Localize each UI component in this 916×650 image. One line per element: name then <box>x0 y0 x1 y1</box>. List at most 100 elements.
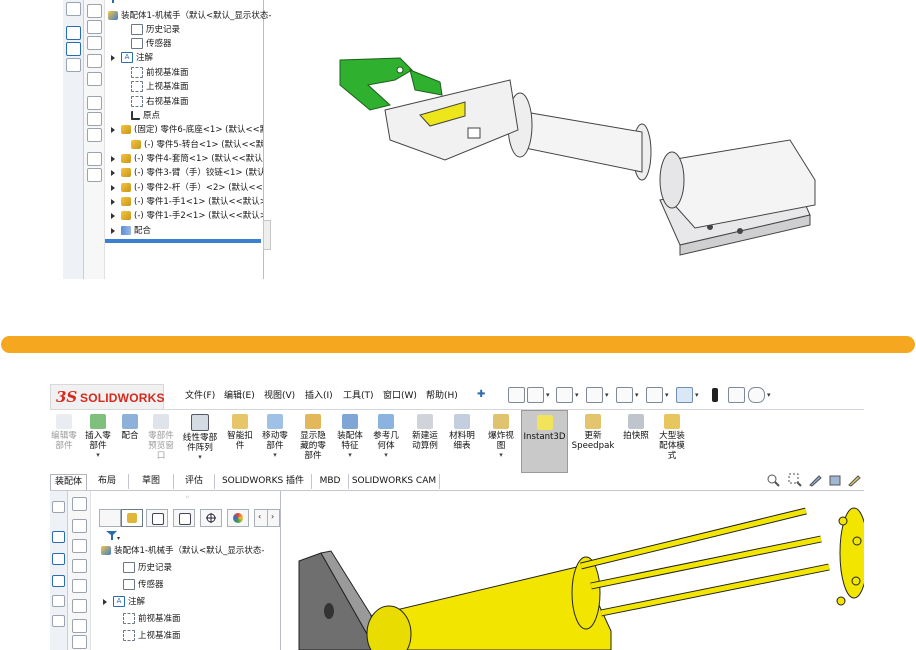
menu-insert[interactable]: 插入(I) <box>305 388 333 401</box>
linear-pattern-button[interactable]: 线性零部 件阵列 ▾ <box>180 410 220 473</box>
mate-button[interactable]: 配合 <box>117 410 143 473</box>
dimxpert-tab[interactable] <box>200 509 222 527</box>
tab-assembly[interactable]: 装配体 <box>50 474 87 490</box>
pin-icon[interactable]: ✚ <box>477 389 486 400</box>
show-hidden-button[interactable]: 显示隐 藏的零 部件 <box>297 410 329 473</box>
tree-item[interactable]: 上视基准面 <box>121 80 189 94</box>
tool-icon[interactable] <box>66 26 81 40</box>
tree-item[interactable]: A 注解 <box>103 595 145 609</box>
preview-window-button[interactable]: 零部件 预览窗 口 <box>145 410 177 473</box>
chevron-down-icon[interactable]: ▾ <box>575 391 579 399</box>
traffic-light-icon[interactable] <box>712 388 718 402</box>
tool-icon[interactable] <box>87 168 102 182</box>
tree-item[interactable]: 配合 <box>111 224 151 238</box>
tree-root[interactable]: 装配体1-机械手（默认<默认_显示状态- <box>108 9 271 23</box>
exploded-view-button[interactable]: 爆炸视 图 ▾ <box>484 410 518 473</box>
zoom-area-icon[interactable] <box>788 473 802 487</box>
previous-view-icon[interactable] <box>808 473 822 487</box>
open-file-icon[interactable] <box>556 387 573 403</box>
tab-sketch[interactable]: 草图 <box>129 474 174 489</box>
tree-item[interactable]: 历史记录 <box>121 23 180 37</box>
insert-component-button[interactable]: 插入零 部件 ▾ <box>81 410 115 473</box>
zoom-to-fit-icon[interactable] <box>766 473 780 487</box>
print-icon[interactable] <box>616 387 633 403</box>
tool-icon[interactable] <box>87 152 102 166</box>
tree-item[interactable]: 前视基准面 <box>121 66 189 80</box>
tool-icon[interactable] <box>72 519 87 533</box>
menu-edit[interactable]: 编辑(E) <box>224 388 255 401</box>
menu-tools[interactable]: 工具(T) <box>343 388 374 401</box>
tool-icon[interactable] <box>72 619 87 633</box>
tool-icon[interactable] <box>72 635 87 649</box>
new-file-icon[interactable] <box>527 387 544 403</box>
expand-arrow-icon[interactable] <box>111 155 115 162</box>
tool-icon[interactable] <box>87 36 102 50</box>
tool-icon[interactable] <box>52 531 65 543</box>
filter-icon[interactable]: ▾ <box>105 530 121 544</box>
smart-fastener-button[interactable]: 智能扣 件 <box>225 410 255 473</box>
section-view-icon[interactable] <box>828 473 841 486</box>
chevron-down-icon[interactable]: ▾ <box>180 453 220 461</box>
tool-icon[interactable] <box>87 20 102 34</box>
collapse-handle-icon[interactable]: ◦ <box>185 493 190 502</box>
view-orientation-icon[interactable] <box>847 473 861 487</box>
display-manager-tab[interactable] <box>227 509 249 527</box>
tool-icon[interactable] <box>52 575 65 587</box>
chevron-down-icon[interactable]: ▾ <box>370 451 402 459</box>
tree-item[interactable]: 原点 <box>121 109 160 123</box>
tree-item[interactable]: (-) 零件1-手2<1> (默认<<默认>_显 <box>111 209 263 223</box>
expand-arrow-icon[interactable] <box>111 227 115 234</box>
speedpak-button[interactable]: 更新 Speedpak <box>570 410 616 473</box>
tree-item[interactable]: 右视基准面 <box>121 95 189 109</box>
model-viewport[interactable] <box>270 0 866 279</box>
chevron-down-icon[interactable]: ▾ <box>695 391 699 399</box>
instant3d-button[interactable]: Instant3D <box>521 410 568 473</box>
edit-component-button[interactable]: 编辑零 部件 <box>50 410 78 473</box>
tool-icon[interactable] <box>87 4 102 18</box>
tree-item[interactable]: 传感器 <box>113 578 164 592</box>
tree-item[interactable]: (-) 零件1-手1<1> (默认<<默认>_显 <box>111 195 263 209</box>
tool-icon[interactable] <box>66 2 81 16</box>
expand-arrow-icon[interactable] <box>103 598 107 605</box>
tree-item[interactable]: 历史记录 <box>113 561 172 575</box>
chevron-down-icon[interactable]: ▾ <box>258 451 292 459</box>
tree-item[interactable]: (-) 零件5-转台<1> (默认<<默认>_ <box>121 138 263 152</box>
undo-icon[interactable] <box>646 387 663 403</box>
tree-item[interactable]: (-) 零件4-套筒<1> (默认<<默认>_ <box>111 152 263 166</box>
tree-item[interactable]: (-) 零件3-臂（手）铰链<1> (默认< <box>111 166 263 180</box>
tool-icon[interactable] <box>52 553 65 565</box>
assembly-feature-button[interactable]: 装配体 特征 ▾ <box>334 410 366 473</box>
chevron-down-icon[interactable]: ▾ <box>767 391 771 399</box>
tab-scroll-right[interactable]: › <box>267 509 280 527</box>
tool-icon[interactable] <box>72 559 87 573</box>
options-list-icon[interactable] <box>728 387 745 403</box>
large-assembly-button[interactable]: 大型装 配体模 式 <box>654 410 690 473</box>
tool-icon[interactable] <box>87 128 102 142</box>
tool-icon[interactable] <box>72 579 87 593</box>
expand-arrow-icon[interactable] <box>111 126 115 133</box>
tool-icon[interactable] <box>87 96 102 110</box>
model-viewport[interactable] <box>281 491 864 650</box>
chevron-down-icon[interactable]: ▾ <box>605 391 609 399</box>
tree-item[interactable]: A 注解 <box>111 51 153 65</box>
chevron-down-icon[interactable]: ▾ <box>484 451 518 459</box>
tab-addins[interactable]: SOLIDWORKS 插件 <box>215 474 312 489</box>
horizontal-scrollbar[interactable] <box>105 239 261 243</box>
tree-item[interactable]: (-) 零件2-杆（手）<2> (默认<<默 <box>111 181 263 195</box>
home-icon[interactable] <box>508 387 525 403</box>
select-cursor-icon[interactable] <box>676 387 693 403</box>
move-component-button[interactable]: 移动零 部件 ▾ <box>258 410 292 473</box>
menu-window[interactable]: 窗口(W) <box>383 388 417 401</box>
snapshot-button[interactable]: 拍快照 <box>620 410 652 473</box>
tab-scroll-left[interactable]: ‹ <box>254 509 268 527</box>
tree-item[interactable]: 上视基准面 <box>113 629 181 643</box>
tool-icon[interactable] <box>87 112 102 126</box>
tab-mbd[interactable]: MBD <box>312 474 349 489</box>
tree-item[interactable]: (固定) 零件6-底座<1> (默认<<默认 <box>111 123 263 137</box>
motion-study-button[interactable]: 新建运 动算例 <box>408 410 442 473</box>
tab-cam[interactable]: SOLIDWORKS CAM <box>349 474 440 489</box>
filter-icon[interactable] <box>107 0 119 9</box>
tool-icon[interactable] <box>72 497 87 511</box>
tool-icon[interactable] <box>87 54 102 68</box>
tree-item[interactable]: 传感器 <box>121 37 172 51</box>
